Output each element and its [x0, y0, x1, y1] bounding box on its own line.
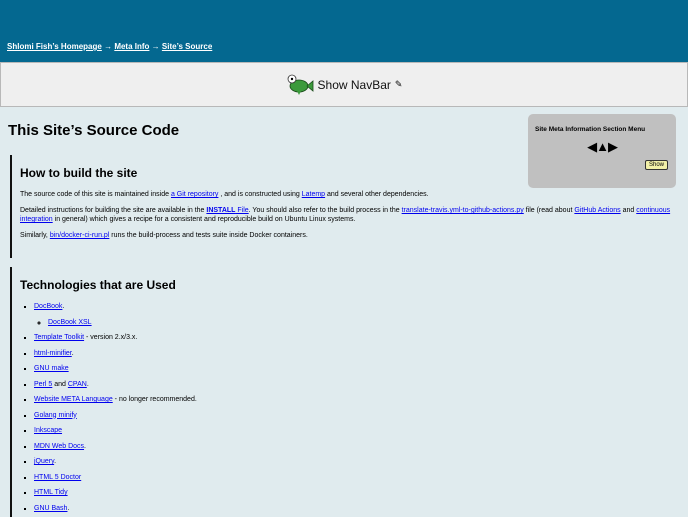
breadcrumb-separator: → [151, 42, 160, 51]
technology-link[interactable]: Template Toolkit [34, 334, 84, 341]
next-arrow-icon[interactable]: ▶ [608, 139, 618, 154]
breadcrumb-home[interactable]: Shlomi Fish’s Homepage [7, 42, 102, 51]
technology-link[interactable]: Golang minify [34, 412, 77, 419]
technology-item: HTML Tidy [34, 488, 680, 497]
build-paragraph-2: Detailed instructions for building the s… [20, 207, 671, 223]
breadcrumb-meta-info[interactable]: Meta Info [114, 42, 149, 51]
install-file-link[interactable]: INSTALL File [206, 207, 248, 214]
technology-item: Website META Language - no longer recomm… [34, 395, 680, 404]
technology-item: jQuery. [34, 457, 680, 466]
technology-item: GNU make [34, 364, 680, 373]
build-heading: How to build the site [20, 166, 138, 180]
technology-item: DocBook.DocBook XSL [34, 302, 680, 327]
technology-item: Golang minify [34, 411, 680, 420]
technology-link[interactable]: Website META Language [34, 396, 113, 403]
build-paragraph-1: The source code of this site is maintain… [20, 191, 429, 198]
technology-link[interactable]: DocBook XSL [48, 319, 92, 326]
docker-ci-run-link[interactable]: bin/docker-ci-run.pl [50, 232, 110, 239]
git-repository-link[interactable]: a Git repository [171, 191, 218, 198]
technologies-section: Technologies that are Used DocBook.DocBo… [10, 267, 680, 517]
translate-travis-link[interactable]: translate-travis.yml-to-github-actions.p… [402, 207, 524, 214]
technology-link[interactable]: HTML Tidy [34, 489, 68, 496]
section-menu-title: Site Meta Information Section Menu [535, 126, 646, 133]
breadcrumb-site-source[interactable]: Site’s Source [162, 42, 212, 51]
show-navbar-button[interactable]: Show NavBar ✎ [0, 62, 688, 107]
technology-link[interactable]: DocBook [34, 303, 62, 310]
latemp-link[interactable]: Latemp [302, 191, 325, 198]
technology-item: Inkscape [34, 426, 680, 435]
technology-link[interactable]: GNU Bash [34, 505, 67, 512]
technology-item: Perl 5 and CPAN. [34, 380, 680, 389]
technologies-list: DocBook.DocBook XSL Template Toolkit - ve… [20, 302, 680, 513]
site-header: Shlomi Fish’s Homepage → Meta Info → Sit… [0, 0, 688, 62]
technology-item: MDN Web Docs. [34, 442, 680, 451]
technology-subitem: DocBook XSL [48, 318, 680, 327]
breadcrumb: Shlomi Fish’s Homepage → Meta Info → Sit… [7, 42, 212, 51]
github-actions-link[interactable]: GitHub Actions [574, 207, 620, 214]
build-section: How to build the site The source code of… [10, 155, 680, 258]
technology-link[interactable]: Perl 5 [34, 381, 52, 388]
page-title: This Site’s Source Code [8, 122, 180, 139]
edit-icon: ✎ [394, 79, 403, 89]
up-arrow-icon[interactable]: ▲ [596, 139, 609, 154]
fish-logo-icon [287, 74, 313, 95]
technology-link[interactable]: CPAN [68, 381, 87, 388]
technology-item: GNU Bash. [34, 504, 680, 513]
prev-arrow-icon[interactable]: ◀ [587, 139, 597, 154]
breadcrumb-separator: → [104, 42, 113, 51]
technology-link[interactable]: MDN Web Docs [34, 443, 84, 450]
technology-link[interactable]: GNU make [34, 365, 69, 372]
technologies-heading: Technologies that are Used [20, 278, 176, 292]
technology-link[interactable]: html-minifier [34, 350, 72, 357]
technology-item: html-minifier. [34, 349, 680, 358]
technology-link[interactable]: Inkscape [34, 427, 62, 434]
technology-link[interactable]: jQuery [34, 458, 54, 465]
show-navbar-label: Show NavBar [317, 77, 391, 92]
technology-item: HTML 5 Doctor [34, 473, 680, 482]
technology-link[interactable]: HTML 5 Doctor [34, 474, 81, 481]
build-paragraph-3: Similarly, bin/docker-ci-run.pl runs the… [20, 232, 308, 239]
technology-item: Template Toolkit - version 2.x/3.x. [34, 333, 680, 342]
